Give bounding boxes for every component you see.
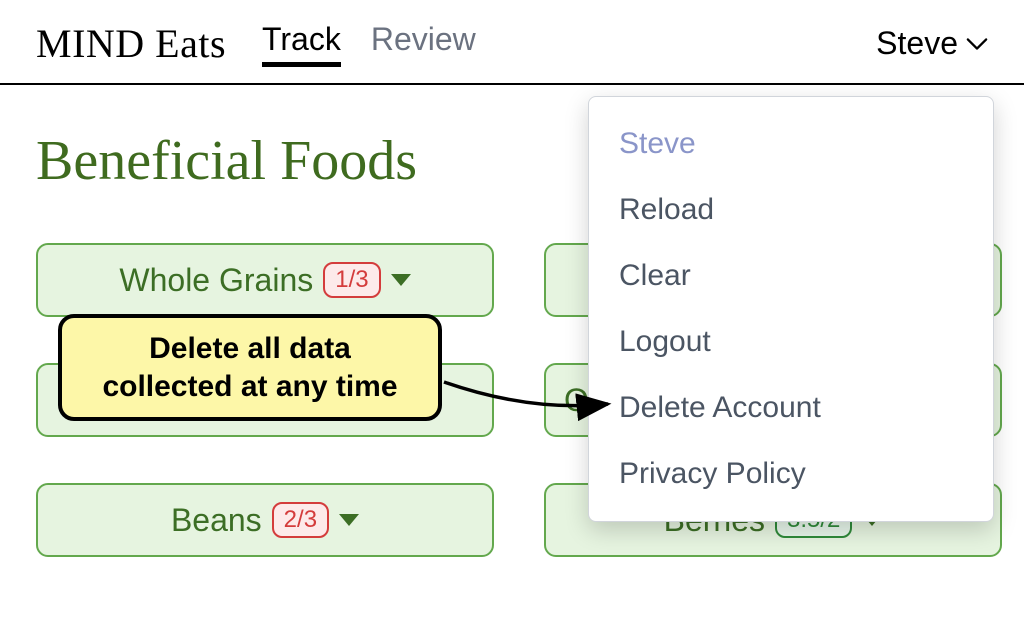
dropdown-logout[interactable]: Logout [589,309,993,375]
callout-annotation: Delete all data collected at any time [58,314,442,421]
caret-down-icon [391,274,411,286]
user-dropdown: Steve Reload Clear Logout Delete Account… [588,96,994,522]
dropdown-username: Steve [589,111,993,177]
arrow-icon [440,376,616,422]
dropdown-reload[interactable]: Reload [589,177,993,243]
dropdown-clear[interactable]: Clear [589,243,993,309]
score-badge: 1/3 [323,262,380,298]
user-name-label: Steve [876,25,958,62]
nav-tabs: Track Review [262,21,476,67]
food-card-whole-grains[interactable]: Whole Grains 1/3 [36,243,494,317]
callout-text: Delete all data collected at any time [80,330,420,405]
food-name: Whole Grains [119,262,313,299]
chevron-down-icon [966,37,988,51]
user-menu-trigger[interactable]: Steve [876,25,988,62]
tab-track[interactable]: Track [262,21,341,67]
score-badge: 2/3 [272,502,329,538]
dropdown-delete-account[interactable]: Delete Account [589,375,993,441]
tab-review[interactable]: Review [371,21,476,67]
dropdown-privacy-policy[interactable]: Privacy Policy [589,441,993,507]
food-card-beans[interactable]: Beans 2/3 [36,483,494,557]
app-logo: MIND Eats [36,20,226,67]
header: MIND Eats Track Review Steve [0,0,1024,85]
caret-down-icon [339,514,359,526]
food-name: Beans [171,502,262,539]
